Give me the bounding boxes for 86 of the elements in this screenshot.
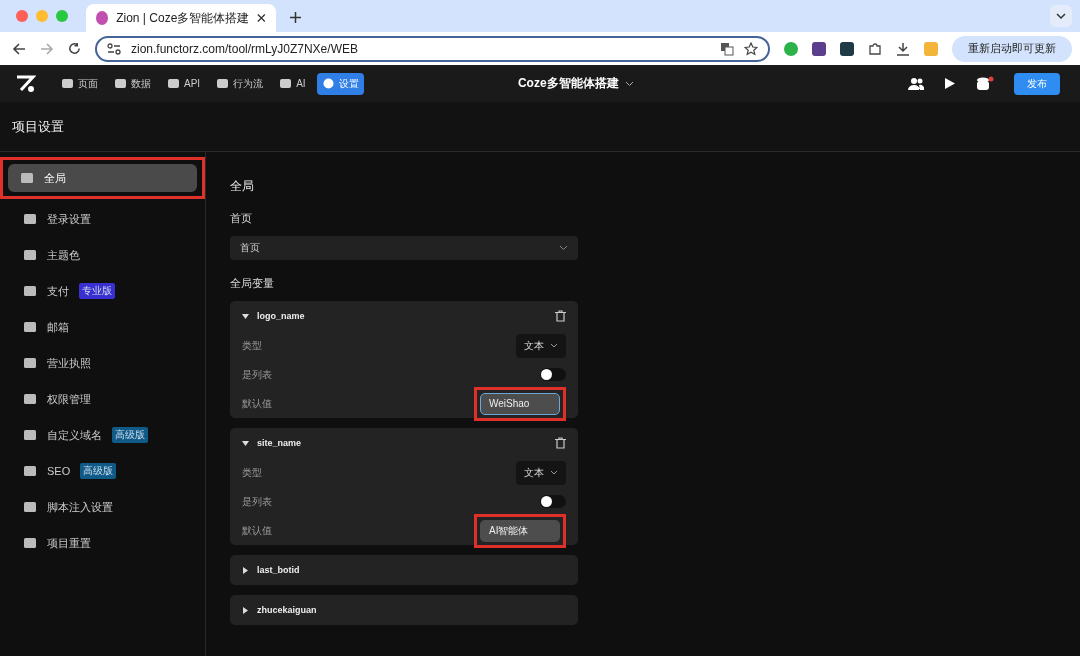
- nav-tab[interactable]: 数据: [109, 72, 156, 95]
- extension-icon[interactable]: [812, 41, 826, 56]
- page-title: 项目设置: [12, 117, 64, 136]
- menu-item-icon: [23, 248, 37, 262]
- field-label: 默认值: [242, 396, 272, 411]
- sidebar-item[interactable]: SEO 高级版: [11, 457, 194, 485]
- sidebar-item[interactable]: 权限管理: [11, 385, 194, 413]
- sidebar-item[interactable]: 全局: [8, 164, 197, 192]
- menu-item-icon: [23, 320, 37, 334]
- trash-icon[interactable]: [555, 437, 566, 449]
- type-select[interactable]: 文本: [516, 460, 566, 485]
- sidebar-item[interactable]: 邮箱: [11, 313, 194, 341]
- plan-badge: 高级版: [80, 463, 117, 479]
- chevron-down-icon[interactable]: [624, 80, 634, 87]
- update-button[interactable]: 重新启动即可更新: [952, 35, 1072, 62]
- sidebar-item[interactable]: 项目重置: [11, 529, 194, 557]
- variable-header[interactable]: logo_name: [242, 301, 566, 331]
- type-select[interactable]: 文本: [516, 333, 566, 358]
- nav-tab[interactable]: 页面: [56, 72, 103, 95]
- plan-badge: 高级版: [112, 427, 148, 443]
- default-value-field[interactable]: WeiShao: [480, 392, 560, 415]
- variable-header[interactable]: last_botid: [242, 555, 566, 585]
- nav-icon: [61, 77, 74, 90]
- logo-icon[interactable]: [16, 74, 36, 93]
- chevron-down-icon: [550, 343, 558, 348]
- trash-icon[interactable]: [555, 310, 566, 322]
- menu-item-icon: [23, 536, 37, 550]
- project-title[interactable]: Coze多智能体搭建: [517, 75, 619, 92]
- field-label: 类型: [242, 465, 262, 480]
- extension-icon[interactable]: [840, 41, 854, 56]
- new-tab-icon[interactable]: [290, 12, 301, 23]
- field-label: 是列表: [242, 367, 272, 382]
- variable-header[interactable]: site_name: [242, 428, 566, 458]
- users-icon[interactable]: [908, 77, 924, 90]
- sidebar-item[interactable]: 支付 专业版: [11, 277, 194, 305]
- menu-item-icon: [23, 284, 37, 298]
- back-icon[interactable]: [12, 41, 26, 56]
- nav-tab[interactable]: AI: [274, 72, 311, 95]
- home-page-select[interactable]: 首页: [230, 236, 578, 260]
- menu-item-icon: [23, 212, 37, 226]
- nav-icon: [114, 77, 127, 90]
- chevron-down-icon: [559, 245, 568, 251]
- section-title: 全局: [230, 178, 255, 195]
- sidebar-item[interactable]: 主题色: [11, 241, 194, 269]
- address-bar[interactable]: zion.functorz.com/tool/rmLyJ0Z7NXe/WEB: [95, 35, 770, 62]
- chevron-down-icon: [550, 470, 558, 475]
- site-settings-icon[interactable]: [107, 42, 121, 55]
- nav-tab[interactable]: API: [162, 72, 206, 95]
- menu-item-icon: [23, 464, 37, 478]
- star-icon[interactable]: [744, 41, 758, 56]
- sidebar-item[interactable]: 自定义域名 高级版: [11, 421, 194, 449]
- reload-icon[interactable]: [68, 42, 81, 55]
- nav-icon: [167, 77, 180, 90]
- nav-tab[interactable]: 行为流: [211, 72, 269, 95]
- menu-item-icon: [23, 392, 37, 406]
- toggle-switch[interactable]: [540, 495, 566, 508]
- nav-tab[interactable]: 设置: [316, 72, 364, 95]
- menu-item-icon: [20, 171, 34, 185]
- nav-icon: [321, 77, 335, 90]
- default-value-field[interactable]: AI智能体: [480, 519, 560, 542]
- nav-icon: [216, 77, 230, 90]
- site-favicon-icon: [96, 11, 109, 25]
- menu-item-icon: [23, 428, 37, 442]
- variable-header[interactable]: zhucekaiguan: [242, 595, 566, 625]
- plan-badge: 专业版: [79, 283, 115, 299]
- close-icon[interactable]: [257, 13, 266, 23]
- sidebar-item[interactable]: 脚本注入设置: [11, 493, 194, 521]
- download-icon[interactable]: [896, 41, 910, 56]
- field-label: 首页: [230, 211, 253, 226]
- menu-item-icon: [23, 356, 37, 370]
- caret-icon: [242, 566, 249, 574]
- caret-icon: [242, 439, 249, 447]
- caret-icon: [242, 606, 249, 614]
- field-label: 全局变量: [230, 276, 275, 291]
- play-icon[interactable]: [944, 77, 956, 90]
- caret-icon: [242, 312, 249, 320]
- field-label: 是列表: [242, 494, 272, 509]
- field-label: 类型: [242, 338, 262, 353]
- browser-tab[interactable]: Zion | Coze多智能体搭建: [86, 4, 276, 32]
- sidebar-item[interactable]: 营业执照: [11, 349, 194, 377]
- toggle-switch[interactable]: [540, 368, 566, 381]
- nav-icon: [279, 77, 293, 90]
- menu-item-icon: [23, 500, 37, 514]
- sidebar-item[interactable]: 登录设置: [11, 205, 194, 233]
- translate-icon[interactable]: [720, 41, 734, 56]
- field-label: 默认值: [242, 523, 272, 538]
